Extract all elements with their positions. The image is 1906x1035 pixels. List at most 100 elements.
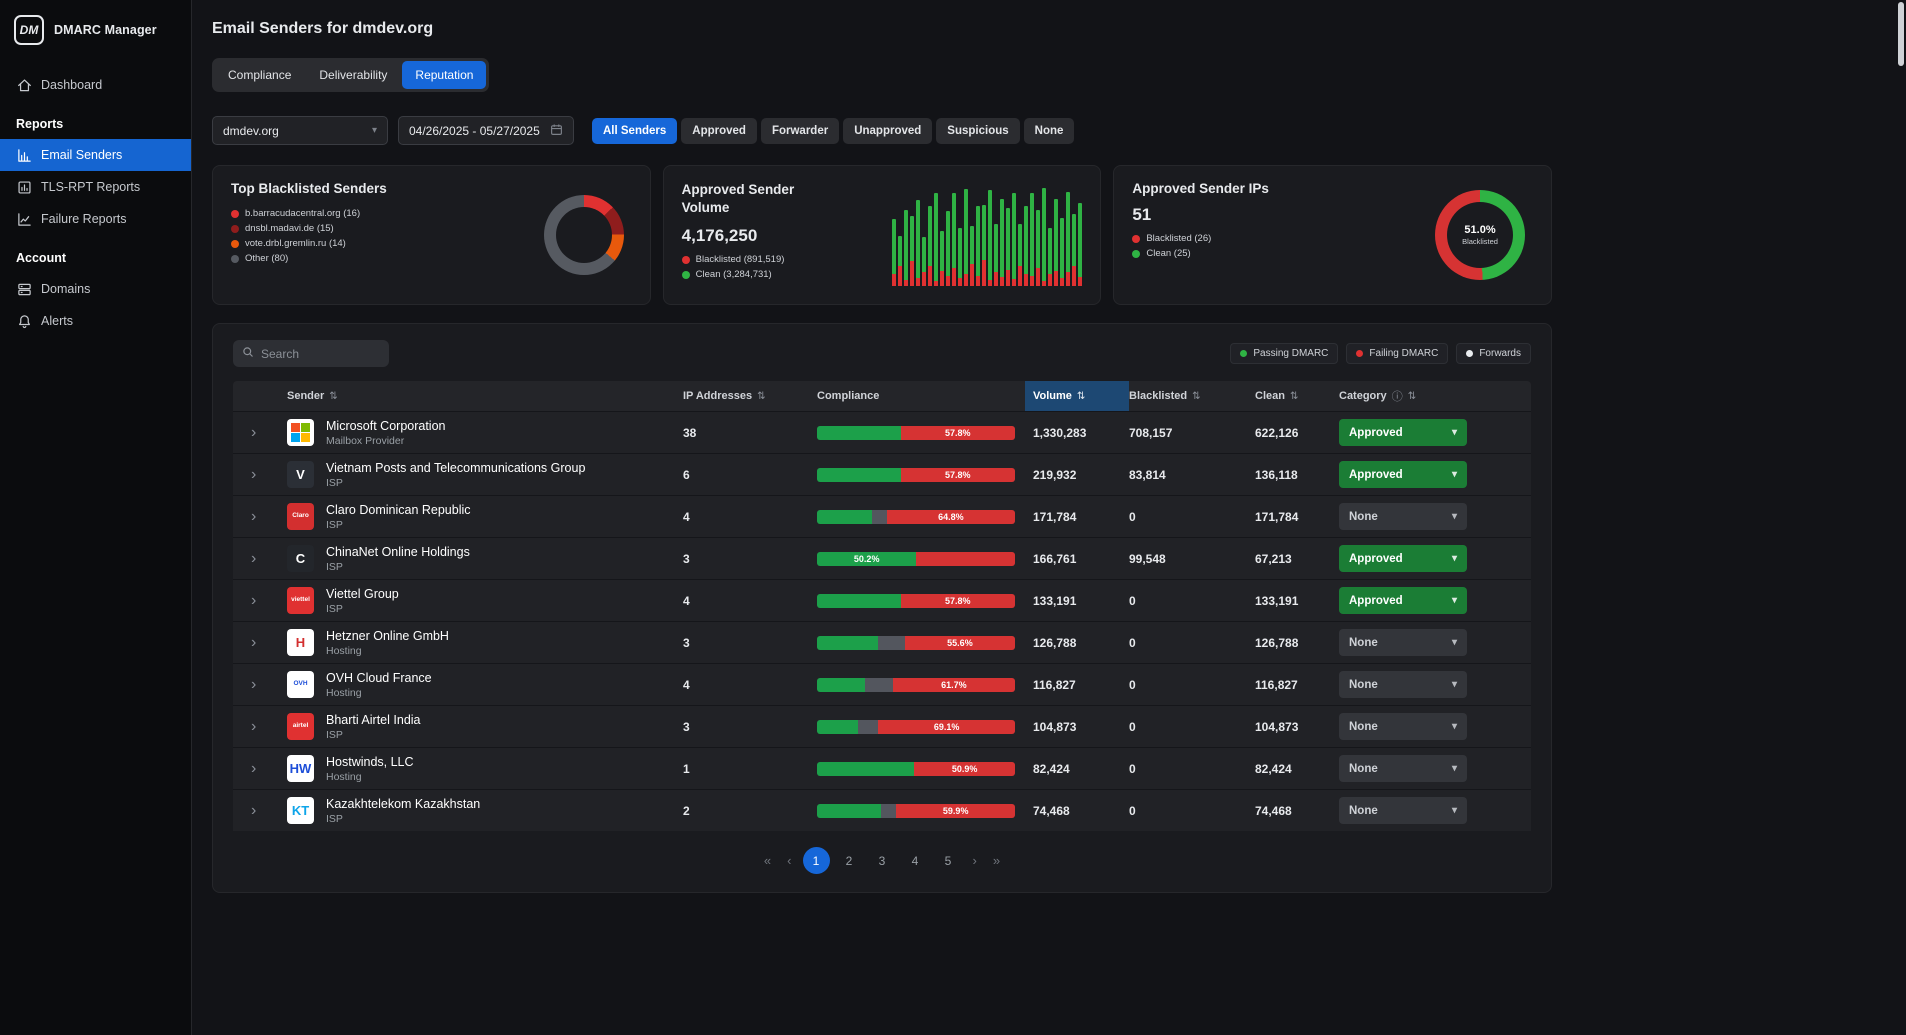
category-select[interactable]: None ▾ [1339, 629, 1467, 656]
category-select[interactable]: None ▾ [1339, 503, 1467, 530]
table-row[interactable]: › HW Hostwinds, LLC Hosting 1 50.9% 82,4… [233, 747, 1531, 789]
legend-dot [682, 271, 690, 279]
sidebar-item-email-senders[interactable]: Email Senders [0, 139, 191, 171]
table-row[interactable]: › Claro Claro Dominican Republic ISP 4 6… [233, 495, 1531, 537]
info-icon[interactable]: ⓘ [1392, 388, 1403, 404]
expand-row-icon[interactable]: › [233, 802, 256, 819]
filter-button-suspicious[interactable]: Suspicious [936, 118, 1019, 144]
filter-button-approved[interactable]: Approved [681, 118, 757, 144]
category-select[interactable]: None ▾ [1339, 713, 1467, 740]
sidebar-item-dashboard[interactable]: Dashboard [0, 69, 191, 101]
header-blacklisted[interactable]: Blacklisted⇅ [1129, 381, 1255, 411]
tab-compliance[interactable]: Compliance [215, 61, 304, 89]
header-clean[interactable]: Clean⇅ [1255, 381, 1339, 411]
sort-icon[interactable]: ⇅ [757, 391, 765, 402]
sort-icon[interactable]: ⇅ [329, 391, 337, 402]
volume-bar [1006, 208, 1010, 286]
first-page-button[interactable]: « [759, 853, 776, 868]
compliance-segment-fail: 69.1% [878, 720, 1015, 734]
category-select[interactable]: Approved ▾ [1339, 419, 1467, 446]
table-row[interactable]: › viettel Viettel Group ISP 4 57.8% 133,… [233, 579, 1531, 621]
table-row[interactable]: › OVH OVH Cloud France Hosting 4 61.7% 1… [233, 663, 1531, 705]
expand-row-icon[interactable]: › [233, 424, 256, 441]
category-select[interactable]: Approved ▾ [1339, 461, 1467, 488]
sort-icon[interactable]: ⇅ [1192, 391, 1200, 402]
legend-dot [1466, 350, 1473, 357]
tab-deliverability[interactable]: Deliverability [306, 61, 400, 89]
next-page-button[interactable]: › [968, 853, 982, 868]
category-value: None [1349, 637, 1378, 649]
page-button-5[interactable]: 5 [935, 847, 962, 874]
category-select[interactable]: None ▾ [1339, 755, 1467, 782]
sort-icon[interactable]: ⇅ [1290, 391, 1298, 402]
sort-icon[interactable]: ⇅ [1408, 391, 1416, 402]
page-button-3[interactable]: 3 [869, 847, 896, 874]
volume-bar [994, 224, 998, 286]
sidebar-item-label: Domains [41, 282, 90, 296]
page-button-2[interactable]: 2 [836, 847, 863, 874]
expand-row-icon[interactable]: › [233, 634, 256, 651]
clean-value: 133,191 [1255, 594, 1339, 608]
ip-count: 2 [683, 804, 817, 818]
header-volume[interactable]: Volume⇅ [1025, 381, 1129, 411]
expand-row-icon[interactable]: › [233, 676, 256, 693]
table-row[interactable]: › C ChinaNet Online Holdings ISP 3 50.2%… [233, 537, 1531, 579]
sort-icon[interactable]: ⇅ [1077, 391, 1085, 402]
expand-row-icon[interactable]: › [233, 550, 256, 567]
last-page-button[interactable]: » [988, 853, 1005, 868]
expand-row-icon[interactable]: › [233, 592, 256, 609]
header-sender[interactable]: Sender⇅ [287, 381, 683, 411]
scrollbar-thumb[interactable] [1898, 2, 1904, 66]
date-range-picker[interactable]: 04/26/2025 - 05/27/2025 [398, 116, 574, 145]
clean-value: 67,213 [1255, 552, 1339, 566]
prev-page-button[interactable]: ‹ [782, 853, 796, 868]
sidebar-item-alerts[interactable]: Alerts [0, 305, 191, 337]
table-row[interactable]: › KT Kazakhtelekom Kazakhstan ISP 2 59.9… [233, 789, 1531, 831]
table-row[interactable]: › airtel Bharti Airtel India ISP 3 69.1%… [233, 705, 1531, 747]
search-input[interactable] [261, 347, 380, 361]
category-select[interactable]: Approved ▾ [1339, 587, 1467, 614]
filter-button-none[interactable]: None [1024, 118, 1075, 144]
compliance-segment-pass [817, 510, 872, 524]
blacklisted-value: 99,548 [1129, 552, 1255, 566]
expand-row-icon[interactable]: › [233, 466, 256, 483]
filter-button-unapproved[interactable]: Unapproved [843, 118, 932, 144]
compliance-segment-pass [817, 426, 901, 440]
volume-value: 116,827 [1033, 678, 1129, 692]
sidebar-item-failure-reports[interactable]: Failure Reports [0, 203, 191, 235]
sender-logo: C [287, 545, 314, 572]
page-button-1[interactable]: 1 [803, 847, 830, 874]
sender-name: Claro Dominican Republic [326, 503, 471, 517]
table-row[interactable]: › V Vietnam Posts and Telecommunications… [233, 453, 1531, 495]
table-row[interactable]: › H Hetzner Online GmbH Hosting 3 55.6% … [233, 621, 1531, 663]
category-select[interactable]: None ▾ [1339, 797, 1467, 824]
compliance-bar: 64.8% [817, 510, 1015, 524]
header-ip-addresses[interactable]: IP Addresses⇅ [683, 381, 817, 411]
donut-center-pct: 51.0% [1464, 224, 1495, 236]
filter-button-all-senders[interactable]: All Senders [592, 118, 677, 144]
sender-logo: KT [287, 797, 314, 824]
compliance-bar: 59.9% [817, 804, 1015, 818]
page-title: Email Senders for dmdev.org [212, 20, 1906, 38]
expand-row-icon[interactable]: › [233, 718, 256, 735]
volume-bar [1060, 218, 1064, 286]
category-select[interactable]: None ▾ [1339, 671, 1467, 698]
sender-name: Hetzner Online GmbH [326, 629, 449, 643]
page-button-4[interactable]: 4 [902, 847, 929, 874]
compliance-bar: 69.1% [817, 720, 1015, 734]
volume-bar [1048, 228, 1052, 286]
table-row[interactable]: › Microsoft Corporation Mailbox Provider… [233, 411, 1531, 453]
filter-button-forwarder[interactable]: Forwarder [761, 118, 839, 144]
expand-row-icon[interactable]: › [233, 508, 256, 525]
expand-row-icon[interactable]: › [233, 760, 256, 777]
tab-reputation[interactable]: Reputation [402, 61, 486, 89]
sidebar-item-label: Alerts [41, 314, 73, 328]
header-category[interactable]: Categoryⓘ⇅ [1339, 381, 1531, 411]
category-select[interactable]: Approved ▾ [1339, 545, 1467, 572]
domain-select[interactable]: dmdev.org ▾ [212, 116, 388, 145]
chevron-down-icon: ▾ [1452, 721, 1457, 732]
search-box[interactable] [233, 340, 389, 367]
clean-value: 74,468 [1255, 804, 1339, 818]
sidebar-item-tls-rpt-reports[interactable]: TLS-RPT Reports [0, 171, 191, 203]
sidebar-item-domains[interactable]: Domains [0, 273, 191, 305]
